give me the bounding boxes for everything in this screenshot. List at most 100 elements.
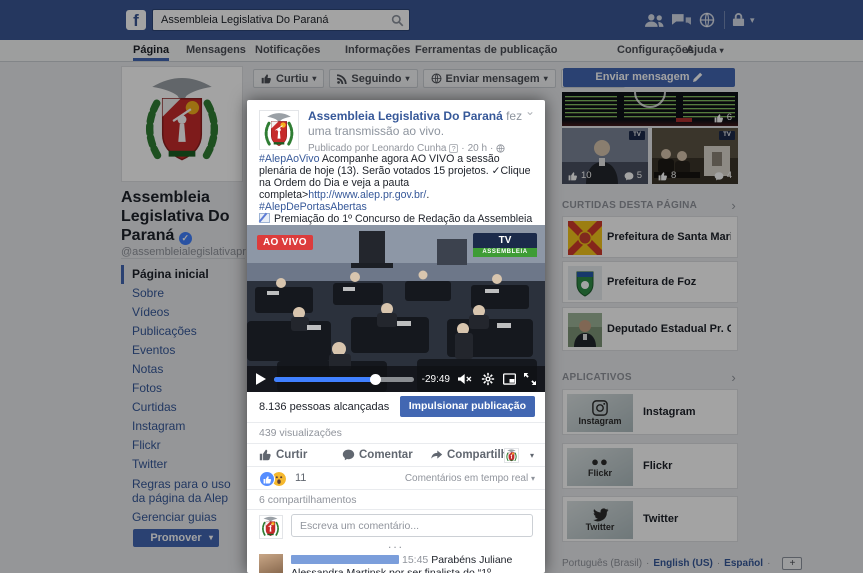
share-count[interactable]: 6 compartilhamentos <box>259 494 356 506</box>
memo-icon <box>259 213 270 223</box>
tab-informacoes[interactable]: Informações <box>345 40 410 61</box>
send-message-button[interactable]: Enviar mensagem▾ <box>423 69 556 88</box>
sidebar-item-regras[interactable]: Regras para o uso da página da Alep <box>121 474 245 508</box>
page-profile-picture[interactable] <box>121 66 243 182</box>
liked-pages-header: CURTIDAS DESTA PÁGINA› <box>562 200 738 211</box>
privacy-shortcuts-lock-icon[interactable] <box>732 12 745 27</box>
liked-page-name[interactable]: Prefeitura de Foz <box>607 262 731 302</box>
language-link-english[interactable]: English (US) <box>653 558 724 569</box>
language-link-espanol[interactable]: Español <box>724 558 774 569</box>
url-link[interactable]: http://www.alep.pr.gov.br/ <box>308 189 426 201</box>
quality-pip-icon[interactable] <box>503 373 516 385</box>
boost-post-button[interactable]: Impulsionar publicação <box>400 396 535 417</box>
reaction-count[interactable]: 11 <box>295 472 306 484</box>
commenter-name-redacted[interactable] <box>291 555 399 564</box>
sidebar-item-sobre[interactable]: Sobre <box>121 284 245 303</box>
sidebar-item-twitter[interactable]: Twitter <box>121 455 245 474</box>
search-input[interactable] <box>153 10 409 30</box>
realtime-comments-toggle[interactable]: Comentários em tempo real ▾ <box>405 473 535 484</box>
reach-row: 8.136 pessoas alcançadas Impulsionar pub… <box>247 392 545 422</box>
post-author-avatar[interactable] <box>259 110 299 150</box>
sidebar-item-videos[interactable]: Vídeos <box>121 303 245 322</box>
app-item-twitter[interactable]: Twitter Twitter <box>562 496 738 542</box>
twitter-thumb: Twitter <box>567 501 633 539</box>
liked-page-name[interactable]: Deputado Estadual Pr. Gilson de... <box>607 308 731 350</box>
caret-down-icon: ▾ <box>544 74 548 83</box>
tab-ferramentas-publicacao[interactable]: Ferramentas de publicação <box>415 40 557 61</box>
post-author-link[interactable]: Assembleia Legislativa Do Paraná <box>308 109 503 123</box>
messenger-icon <box>431 73 442 84</box>
play-icon[interactable] <box>256 373 266 385</box>
notifications-globe-icon[interactable] <box>699 12 715 28</box>
liked-page-item[interactable]: Prefeitura de Foz <box>562 261 738 303</box>
load-more-dots[interactable]: ... <box>247 541 545 552</box>
sidebar-item-eventos[interactable]: Eventos <box>121 341 245 360</box>
hashtag-link[interactable]: #AlepDePortasAbertas <box>259 201 367 213</box>
progress-handle[interactable] <box>370 374 381 385</box>
time-remaining: -29:49 <box>422 374 450 385</box>
commenter-avatar[interactable] <box>259 554 283 573</box>
hashtag-link[interactable]: #AlepAoVivo <box>259 153 319 165</box>
instagram-camera-icon <box>592 400 608 416</box>
verified-badge-icon: ✓ <box>179 232 192 245</box>
caret-down-icon[interactable]: ▾ <box>530 451 534 460</box>
comment-button[interactable]: Comentar <box>342 448 413 461</box>
chevron-right-icon[interactable]: › <box>731 370 736 385</box>
video-thumbnail-speaker[interactable]: TV 10 5 <box>562 128 648 184</box>
tab-mensagens[interactable]: Mensagens <box>186 40 246 61</box>
sidebar-item-curtidas[interactable]: Curtidas <box>121 398 245 417</box>
mini-avatar[interactable] <box>504 448 519 463</box>
sidebar-item-pagina-inicial[interactable]: Página inicial <box>121 265 245 284</box>
tab-pagina[interactable]: Página <box>133 40 169 61</box>
like-count: 6 <box>714 112 732 123</box>
app-item-instagram[interactable]: Instagram Instagram <box>562 389 738 435</box>
liked-button[interactable]: Curtiu▾ <box>253 69 324 88</box>
video-progress-bar[interactable] <box>274 377 414 382</box>
parana-coat-of-arms <box>137 75 227 173</box>
tab-notificacoes[interactable]: Notificações <box>255 40 320 61</box>
views-row: 439 visualizações <box>247 422 545 443</box>
info-icon[interactable]: ? <box>449 144 458 153</box>
promote-button[interactable]: Promover▾ <box>133 529 219 547</box>
settings-gear-icon[interactable] <box>481 372 495 386</box>
sidebar-item-publicacoes[interactable]: Publicações <box>121 322 245 341</box>
search-box <box>152 9 410 31</box>
comment-body: 15:45 Parabéns Juliane Alessandra Martin… <box>291 554 537 573</box>
facebook-logo[interactable]: f <box>126 10 146 30</box>
send-message-cta-button[interactable]: Enviar mensagem <box>563 68 735 87</box>
post-menu-chevron-icon[interactable]: ⌄ <box>525 104 535 118</box>
chevron-right-icon[interactable]: › <box>731 198 736 213</box>
sidebar-item-notas[interactable]: Notas <box>121 360 245 379</box>
sidebar-item-fotos[interactable]: Fotos <box>121 379 245 398</box>
mute-icon[interactable] <box>458 373 473 385</box>
page-username: @assembleialegislativapr <box>121 246 245 258</box>
liked-page-item[interactable]: Deputado Estadual Pr. Gilson de... <box>562 307 738 351</box>
messages-icon[interactable] <box>672 13 691 28</box>
fullscreen-icon[interactable] <box>524 373 536 385</box>
apps-header: APLICATIVOS› <box>562 372 738 383</box>
liked-page-name[interactable]: Prefeitura de Santa Mariana <box>607 217 731 257</box>
tab-configuracoes[interactable]: Configurações <box>617 40 694 61</box>
comment-input[interactable] <box>291 514 533 537</box>
account-menu-caret-icon[interactable]: ▾ <box>750 15 755 26</box>
app-item-flickr[interactable]: ●● Flickr Flickr <box>562 443 738 489</box>
liked-page-item[interactable]: Prefeitura de Santa Mariana <box>562 216 738 258</box>
video-thumbnail-voting-board[interactable]: 6 <box>562 92 738 126</box>
comment-live-time: 15:45 <box>402 554 428 566</box>
sidebar-item-flickr[interactable]: Flickr <box>121 436 245 455</box>
post-header: Assembleia Legislativa Do Paraná fez uma… <box>308 109 524 156</box>
add-language-button[interactable]: + <box>782 557 802 570</box>
sidebar-item-gerenciar-guias[interactable]: Gerenciar guias <box>121 508 245 527</box>
live-video-post: ⌄ Assembleia Legislativa Do Paraná fez u… <box>247 100 545 573</box>
following-button[interactable]: Seguindo▾ <box>329 69 417 88</box>
instagram-thumb: Instagram <box>567 394 633 432</box>
sidebar-item-instagram[interactable]: Instagram <box>121 417 245 436</box>
search-icon[interactable] <box>391 14 404 27</box>
page-title[interactable]: Assembleia Legislativa Do Paraná ✓ <box>121 188 245 245</box>
live-video-player[interactable]: AO VIVO TV ASSEMBLEIA -29:49 <box>247 225 545 392</box>
video-thumbnail-committee[interactable]: TV 8 4 <box>652 128 738 184</box>
like-button[interactable]: Curtir <box>259 448 307 461</box>
like-reaction-icon[interactable] <box>259 471 275 487</box>
friend-requests-icon[interactable] <box>645 13 664 28</box>
tab-ajuda[interactable]: Ajuda ▾ <box>686 40 724 61</box>
